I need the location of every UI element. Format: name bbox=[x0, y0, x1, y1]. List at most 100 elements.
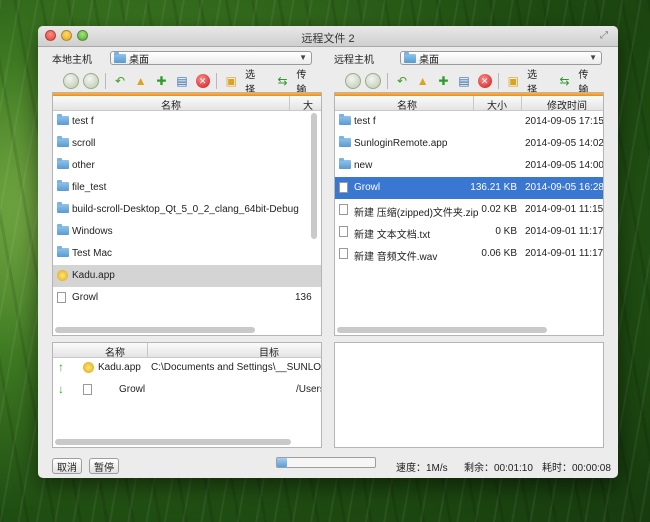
title-bar[interactable]: 远程文件 2 ⤢ bbox=[38, 26, 618, 47]
column-name[interactable]: 名称 bbox=[161, 97, 181, 112]
file-icon bbox=[339, 226, 348, 237]
folder-icon bbox=[404, 51, 416, 63]
file-name: SunloginRemote.app bbox=[354, 138, 448, 149]
folder-icon bbox=[339, 158, 351, 169]
list-item[interactable]: Kadu.app bbox=[53, 265, 321, 287]
add-icon: ✚ bbox=[156, 74, 167, 88]
speed-label: 速度：1M/s bbox=[396, 463, 448, 474]
queue-header: 名称 目标 bbox=[53, 343, 321, 359]
column-divider[interactable] bbox=[147, 343, 148, 357]
remote-toolbar: ↶ ▲ ✚ ▤ ✕ ▣ 选择 ⇆ 传输 bbox=[344, 70, 604, 96]
select-icon[interactable]: ▣ bbox=[504, 72, 522, 90]
list-item[interactable]: test f 2014-09-05 17:15:18 bbox=[335, 111, 603, 133]
cancel-button[interactable]: 取消 bbox=[52, 458, 82, 474]
file-size: 136 bbox=[295, 292, 312, 303]
file-size: 0 KB bbox=[495, 226, 517, 237]
folder-icon bbox=[57, 224, 69, 235]
horizontal-scrollbar[interactable] bbox=[55, 327, 255, 333]
delete-button[interactable]: ✕ bbox=[194, 72, 212, 90]
select-icon[interactable]: ▣ bbox=[222, 72, 240, 90]
list-item[interactable]: Growl 136.21 KB 2014-09-05 16:28:49 bbox=[335, 177, 603, 199]
remote-file-list[interactable]: 名称 大小 修改时间 test f 2014-09-05 17:15:18 Sunl… bbox=[334, 92, 604, 336]
horizontal-scrollbar[interactable] bbox=[337, 327, 547, 333]
column-modified[interactable]: 修改时间 bbox=[547, 97, 587, 112]
parent-folder-button[interactable]: ▲ bbox=[414, 72, 432, 90]
list-item[interactable]: file_test bbox=[53, 177, 321, 199]
back-button[interactable] bbox=[344, 72, 362, 90]
forward-icon bbox=[365, 73, 382, 89]
queue-item[interactable]: ↑ Kadu.app C:\Documents and Settings\__SUN… bbox=[53, 357, 321, 379]
column-size[interactable]: 大小 bbox=[487, 97, 507, 112]
remote-path-value: 桌面 bbox=[419, 54, 439, 66]
chevron-down-icon: ▼ bbox=[589, 53, 597, 62]
file-size: 136.21 KB bbox=[470, 182, 517, 193]
transfer-progress-bar bbox=[276, 457, 376, 468]
forward-icon bbox=[83, 73, 100, 89]
back-button[interactable] bbox=[62, 72, 80, 90]
list-header: 名称 大 bbox=[53, 96, 321, 112]
drive-button[interactable]: ▤ bbox=[455, 72, 473, 90]
list-item[interactable]: test f bbox=[53, 111, 321, 133]
list-item[interactable]: other bbox=[53, 155, 321, 177]
app-icon bbox=[57, 270, 68, 281]
up-folder-icon: ▲ bbox=[134, 74, 147, 88]
folder-icon bbox=[339, 114, 351, 125]
refresh-button[interactable]: ↶ bbox=[111, 72, 129, 90]
list-item[interactable]: 新建 压缩(zipped)文件夹.zip 0.02 KB 2014-09-01 11… bbox=[335, 199, 603, 221]
delete-button[interactable]: ✕ bbox=[476, 72, 494, 90]
file-size: 0.02 KB bbox=[481, 204, 517, 215]
list-item[interactable]: Growl 136 bbox=[53, 287, 321, 309]
remaining-label: 剩余：00:01:10 bbox=[464, 463, 533, 474]
app-icon bbox=[83, 362, 94, 373]
refresh-button[interactable]: ↶ bbox=[393, 72, 411, 90]
add-icon: ✚ bbox=[438, 74, 449, 88]
file-modified: 2014-09-01 11:17:53 bbox=[525, 226, 604, 237]
list-item[interactable]: 新建 文本文档.txt 0 KB 2014-09-01 11:17:53 bbox=[335, 221, 603, 243]
drive-icon: ▤ bbox=[458, 74, 470, 88]
list-item[interactable]: new 2014-09-05 14:00:56 bbox=[335, 155, 603, 177]
local-file-list[interactable]: 名称 大 test f scroll other file_test build-scr… bbox=[52, 92, 322, 336]
pause-button[interactable]: 暂停 bbox=[89, 458, 119, 474]
transfer-icon[interactable]: ⇆ bbox=[556, 72, 574, 90]
column-size[interactable]: 大 bbox=[303, 97, 313, 112]
file-modified: 2014-09-05 14:02:04 bbox=[525, 138, 604, 149]
remote-path-select[interactable]: 桌面 ▼ bbox=[400, 51, 602, 66]
drive-button[interactable]: ▤ bbox=[173, 72, 191, 90]
file-name: file_test bbox=[72, 182, 107, 193]
file-name: Growl bbox=[354, 182, 381, 193]
transfer-icon[interactable]: ⇆ bbox=[274, 72, 292, 90]
vertical-scrollbar[interactable] bbox=[311, 113, 317, 239]
forward-button[interactable] bbox=[83, 72, 101, 90]
new-folder-button[interactable]: ✚ bbox=[153, 72, 171, 90]
delete-icon: ✕ bbox=[477, 74, 492, 88]
list-item[interactable]: scroll bbox=[53, 133, 321, 155]
chevron-down-icon: ▼ bbox=[299, 53, 307, 62]
back-icon bbox=[344, 73, 361, 89]
column-divider[interactable] bbox=[289, 96, 290, 110]
delete-icon: ✕ bbox=[195, 74, 210, 88]
list-item[interactable]: Windows bbox=[53, 221, 321, 243]
column-divider[interactable] bbox=[473, 96, 474, 110]
forward-button[interactable] bbox=[365, 72, 383, 90]
column-name[interactable]: 名称 bbox=[397, 97, 417, 112]
local-path-select[interactable]: 桌面 ▼ bbox=[110, 51, 312, 66]
file-modified: 2014-09-01 11:17:01 bbox=[525, 248, 604, 259]
fullscreen-icon[interactable]: ⤢ bbox=[600, 30, 612, 42]
list-item[interactable]: SunloginRemote.app 2014-09-05 14:02:04 bbox=[335, 133, 603, 155]
list-item[interactable]: Test Mac bbox=[53, 243, 321, 265]
transfer-queue[interactable]: 名称 目标 ↑ Kadu.app C:\Documents and Settings… bbox=[52, 342, 322, 448]
refresh-icon: ↶ bbox=[115, 74, 126, 88]
list-item[interactable]: build-scroll-Desktop_Qt_5_0_2_clang_64bi… bbox=[53, 199, 321, 221]
remote-detail-panel bbox=[334, 342, 604, 448]
queue-item[interactable]: ↓ Growl/Users bbox=[53, 379, 321, 401]
folder-icon bbox=[57, 136, 69, 147]
drive-icon: ▤ bbox=[176, 74, 188, 88]
toolbar-divider bbox=[387, 73, 389, 89]
local-toolbar: ↶ ▲ ✚ ▤ ✕ ▣ 选择 ⇆ 传输 bbox=[62, 70, 322, 96]
local-host-label: 本地主机 bbox=[52, 54, 92, 66]
new-folder-button[interactable]: ✚ bbox=[435, 72, 453, 90]
column-divider[interactable] bbox=[521, 96, 522, 110]
horizontal-scrollbar[interactable] bbox=[55, 439, 291, 445]
list-item[interactable]: 新建 音频文件.wav 0.06 KB 2014-09-01 11:17:01 bbox=[335, 243, 603, 265]
parent-folder-button[interactable]: ▲ bbox=[132, 72, 150, 90]
